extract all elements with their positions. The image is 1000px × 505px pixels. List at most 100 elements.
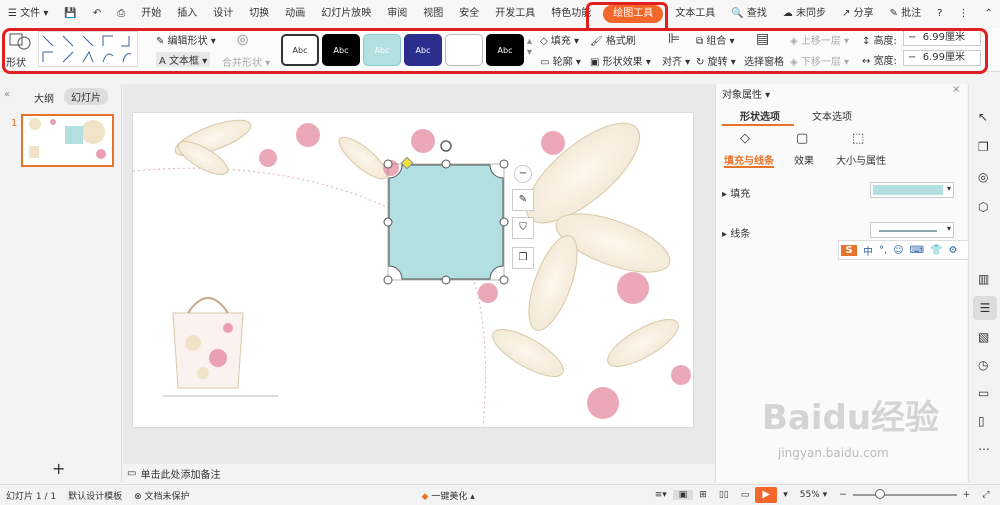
sorter-view-icon[interactable]: ⊞ bbox=[693, 490, 713, 500]
merge-shape-button[interactable]: 合并形状 ▾ bbox=[222, 54, 270, 69]
ime-settings[interactable]: ⚙ bbox=[949, 245, 958, 256]
shape-style-4[interactable]: Abc bbox=[404, 34, 442, 66]
shape-button[interactable]: 形状 bbox=[6, 54, 26, 69]
tab-review[interactable]: 审阅 bbox=[379, 0, 415, 28]
tab-text-options[interactable]: 文本选项 bbox=[812, 108, 852, 123]
tab-design[interactable]: 设计 bbox=[205, 0, 241, 28]
style-scroll-icon[interactable]: ▴ ▾ bbox=[527, 36, 532, 58]
image-icon[interactable]: ▧ bbox=[978, 330, 989, 344]
shape-style-1[interactable]: Abc bbox=[281, 34, 319, 66]
tab-security[interactable]: 安全 bbox=[451, 0, 487, 28]
collapse-icon[interactable]: ⌃ bbox=[976, 0, 1000, 28]
tab-text-tools[interactable]: 文本工具 bbox=[667, 0, 723, 28]
zoom-slider[interactable] bbox=[852, 489, 957, 499]
zoom-in-button[interactable]: + bbox=[957, 490, 977, 500]
undo-icon[interactable]: ↶ bbox=[85, 0, 109, 28]
sogou-icon[interactable]: S bbox=[841, 244, 857, 256]
outline-button[interactable]: ▭ 轮廓 ▾ bbox=[540, 53, 581, 68]
send-backward-button[interactable]: ◈ 下移一层 ▾ bbox=[790, 53, 849, 68]
collapse-panel-icon[interactable]: « bbox=[4, 89, 10, 100]
document-icon[interactable]: ▯ bbox=[978, 414, 985, 428]
shape-icon[interactable] bbox=[8, 31, 32, 54]
tab-slides[interactable]: 幻灯片 bbox=[64, 88, 108, 105]
doc-protect[interactable]: ⊗ 文档未保护 bbox=[128, 489, 195, 502]
ime-skin[interactable]: 👕 bbox=[930, 245, 942, 256]
line-gallery[interactable] bbox=[38, 31, 138, 67]
text-box-button[interactable]: A 文本框 ▾ bbox=[156, 52, 211, 67]
tab-developer[interactable]: 开发工具 bbox=[487, 0, 543, 28]
align-button[interactable]: 对齐 ▾ bbox=[662, 53, 690, 68]
search-button[interactable]: 🔍 查找 bbox=[723, 0, 775, 28]
fill-bucket-icon[interactable]: ⛉ bbox=[512, 217, 534, 239]
zoom-out-icon[interactable]: − bbox=[514, 165, 532, 183]
format-brush-button[interactable]: 🖌 格式刷 bbox=[590, 32, 636, 47]
fill-color-picker[interactable]: ▾ bbox=[870, 182, 954, 198]
width-input[interactable]: − 6.99厘米 bbox=[903, 50, 981, 66]
tab-outline[interactable]: 大纲 bbox=[34, 90, 54, 105]
more-tools-icon[interactable]: ⋯ bbox=[978, 442, 990, 456]
save-icon[interactable]: 💾 bbox=[56, 0, 84, 28]
slide-thumbnail[interactable] bbox=[21, 114, 114, 167]
pen-icon[interactable]: ✎ bbox=[512, 189, 534, 211]
selection-pane-button[interactable]: 选择窗格 bbox=[744, 53, 784, 68]
sub-tab-fill-line[interactable]: 填充与线条 bbox=[724, 152, 774, 167]
ime-punct[interactable]: °, bbox=[879, 245, 887, 256]
notes-view-icon[interactable]: ▭ bbox=[735, 490, 756, 500]
play-options-icon[interactable]: ▾ bbox=[777, 490, 794, 500]
sub-tab-size[interactable]: 大小与属性 bbox=[836, 152, 886, 167]
shape-effect-button[interactable]: ▣ 形状效果 ▾ bbox=[590, 53, 651, 68]
layers-icon[interactable]: ❐ bbox=[512, 247, 534, 269]
normal-view-icon[interactable]: ▣ bbox=[672, 490, 694, 500]
shape-style-5[interactable] bbox=[445, 34, 483, 66]
play-button[interactable]: ▶ bbox=[755, 487, 778, 503]
notes-bar[interactable]: ▭ 单击此处添加备注 bbox=[123, 464, 715, 482]
annotate-button[interactable]: ✎ 批注 bbox=[882, 0, 930, 28]
ime-emoji[interactable]: ☺ bbox=[893, 245, 903, 256]
tab-transition[interactable]: 切换 bbox=[241, 0, 277, 28]
zoom-slider-handle[interactable] bbox=[874, 489, 885, 499]
plus-icon[interactable]: + bbox=[52, 459, 65, 478]
tab-shape-options[interactable]: 形状选项 bbox=[740, 108, 780, 123]
box-icon[interactable]: ▭ bbox=[978, 386, 989, 400]
fill-button[interactable]: ◇ 填充 ▾ bbox=[540, 32, 579, 47]
pointer-icon[interactable]: ↖ bbox=[978, 110, 988, 124]
template-name[interactable]: 默认设计模板 bbox=[62, 489, 128, 502]
tab-insert[interactable]: 插入 bbox=[169, 0, 205, 28]
height-input[interactable]: − 6.99厘米 bbox=[903, 30, 981, 46]
copy-icon[interactable]: ❐ bbox=[978, 140, 989, 154]
tab-animation[interactable]: 动画 bbox=[277, 0, 313, 28]
reading-view-icon[interactable]: ▯▯ bbox=[713, 490, 735, 500]
edit-shape-button[interactable]: ✎ 编辑形状 ▾ bbox=[156, 32, 216, 47]
close-icon[interactable]: × bbox=[952, 84, 960, 95]
backup-icon[interactable]: ◷ bbox=[978, 358, 988, 372]
properties-icon[interactable]: ☰ bbox=[973, 296, 997, 320]
zoom-level[interactable]: 55% ▾ bbox=[794, 490, 833, 500]
sync-button[interactable]: ☁ 未同步 bbox=[775, 0, 834, 28]
help-icon[interactable]: ? bbox=[929, 0, 950, 28]
location-icon[interactable]: ◎ bbox=[978, 170, 988, 184]
tab-home[interactable]: 开始 bbox=[133, 0, 169, 28]
tab-slideshow[interactable]: 幻灯片放映 bbox=[313, 0, 379, 28]
print-icon[interactable]: ⎙ bbox=[109, 0, 133, 28]
share-button[interactable]: ↗ 分享 bbox=[834, 0, 882, 28]
tab-view[interactable]: 视图 bbox=[415, 0, 451, 28]
chart-icon[interactable]: ▥ bbox=[978, 272, 989, 286]
fit-window-icon[interactable]: ⤢ bbox=[976, 490, 995, 500]
group-button[interactable]: ⧉ 组合 ▾ bbox=[696, 32, 735, 47]
more-icon[interactable]: ⋮ bbox=[950, 0, 976, 28]
shape-style-2[interactable]: Abc bbox=[322, 34, 360, 66]
ime-chinese[interactable]: 中 bbox=[863, 243, 873, 258]
shape-panel-icon[interactable]: ⬡ bbox=[978, 200, 988, 214]
ime-keyboard[interactable]: ⌨ bbox=[910, 245, 924, 256]
shape-style-3[interactable]: Abc bbox=[363, 34, 401, 66]
zoom-out-button[interactable]: − bbox=[833, 490, 853, 500]
menu-file[interactable]: ☰ 文件 ▾ bbox=[0, 0, 56, 28]
sub-tab-effect[interactable]: 效果 bbox=[794, 152, 814, 167]
slide[interactable]: − ✎ ⛉ ❐ bbox=[133, 113, 693, 427]
fill-section[interactable]: ▸ 填充 bbox=[722, 185, 750, 200]
shape-style-6[interactable]: Abc bbox=[486, 34, 524, 66]
beautify-button[interactable]: ◆ 一键美化 ▴ bbox=[416, 489, 481, 502]
line-style-picker[interactable]: ▾ bbox=[870, 222, 954, 238]
rotate-button[interactable]: ↻ 旋转 ▾ bbox=[696, 53, 736, 68]
bring-forward-button[interactable]: ◈ 上移一层 ▾ bbox=[790, 32, 849, 47]
